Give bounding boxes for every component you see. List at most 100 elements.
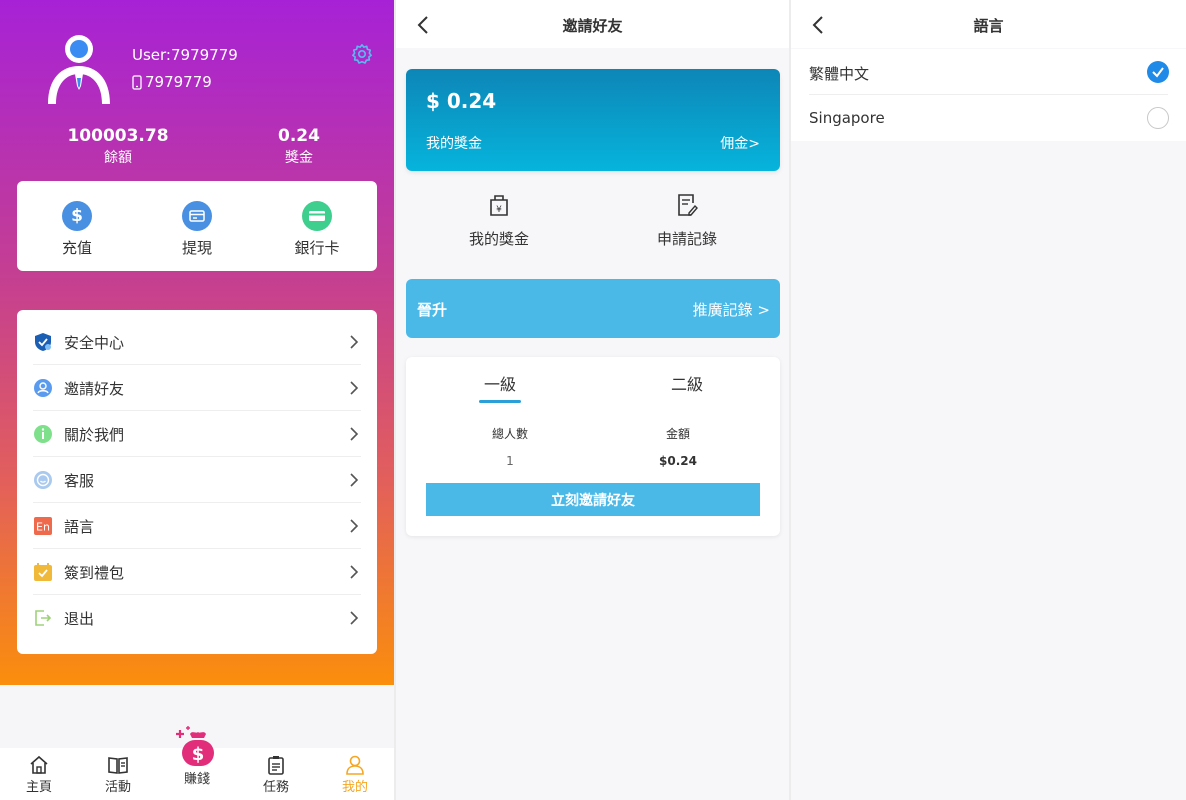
- svg-text:En: En: [36, 521, 50, 534]
- tab-tasks[interactable]: 任務: [246, 754, 306, 795]
- total-people-label: 總人數: [491, 427, 528, 441]
- menu-label: 關於我們: [64, 425, 125, 444]
- language-header: 語言: [791, 0, 1186, 48]
- language-screen: 語言 繁體中文 Singapore: [791, 0, 1186, 800]
- menu-item-language[interactable]: En 語言: [17, 503, 377, 549]
- svg-text:¥: ¥: [496, 205, 502, 215]
- menu-label: 邀請好友: [64, 379, 125, 398]
- tab-mine[interactable]: 我的: [325, 754, 385, 795]
- bonus-card: $ 0.24 我的獎金 佣金>: [406, 69, 780, 171]
- calendar-check-icon: [33, 562, 53, 582]
- menu-label: 客服: [64, 471, 95, 490]
- menu-label: 簽到禮包: [64, 563, 125, 582]
- withdraw-label: 提現: [181, 239, 212, 257]
- user-icon: [325, 754, 385, 776]
- promotion-label: 晉升: [417, 301, 448, 319]
- username: User:7979779: [132, 46, 238, 64]
- chevron-right-icon: [350, 335, 359, 349]
- tab-label: 一級: [483, 375, 516, 394]
- invite-actions: ¥ 我的獎金 申請記錄: [396, 180, 789, 260]
- chevron-right-icon: [350, 427, 359, 441]
- balance-stat: 100003.78 餘額: [58, 126, 178, 167]
- shield-icon: [33, 332, 53, 352]
- bottom-tab-bar: 主頁 活動 $ 賺錢 任務 我的: [0, 726, 394, 800]
- my-bonus-label: 我的獎金: [468, 230, 529, 248]
- menu-item-security-center[interactable]: 安全中心: [17, 319, 377, 365]
- menu-item-checkin-gift[interactable]: 簽到禮包: [17, 549, 377, 595]
- application-record-label: 申請記錄: [656, 230, 717, 248]
- promotion-record-link[interactable]: 推廣記錄 >: [693, 299, 770, 320]
- tab-label: 任務: [262, 780, 289, 795]
- activity-book-icon: [88, 754, 148, 776]
- language-option-traditional-chinese[interactable]: 繁體中文: [791, 49, 1186, 95]
- bonus-stat: 0.24 獎金: [239, 126, 359, 167]
- tab-activity[interactable]: 活動: [88, 754, 148, 795]
- chevron-right-icon: [350, 381, 359, 395]
- chevron-right-icon: [350, 473, 359, 487]
- avatar-icon[interactable]: [44, 34, 114, 106]
- tab-earn[interactable]: $ 賺錢: [167, 726, 227, 787]
- bonus-value: 0.24: [278, 126, 320, 146]
- menu-item-logout[interactable]: 退出: [17, 595, 377, 641]
- money-bag-icon: $: [167, 726, 227, 768]
- home-icon: [9, 754, 69, 776]
- language-label: 繁體中文: [809, 65, 870, 83]
- tab-label: 賺錢: [183, 772, 210, 787]
- promotion-bar[interactable]: 晉升 推廣記錄 >: [406, 279, 780, 338]
- menu-item-customer-service[interactable]: 客服: [17, 457, 377, 503]
- bonus-bag-icon: ¥: [439, 192, 559, 218]
- bonus-card-label: 我的獎金: [426, 136, 482, 152]
- commission-link[interactable]: 佣金>: [720, 133, 760, 153]
- language-option-singapore[interactable]: Singapore: [791, 95, 1186, 141]
- amount-label: 金額: [665, 427, 690, 441]
- invite-user-icon: [33, 378, 53, 398]
- quick-actions-card: $ 充值 提現 銀行卡: [17, 181, 377, 271]
- recharge-label: 充值: [61, 239, 92, 257]
- menu-label: 語言: [64, 517, 95, 536]
- menu-item-about-us[interactable]: 關於我們: [17, 411, 377, 457]
- invite-now-button[interactable]: 立刻邀請好友: [426, 483, 760, 516]
- language-label: Singapore: [809, 109, 885, 127]
- record-edit-icon: [627, 192, 747, 218]
- menu-item-invite-friends[interactable]: 邀請好友: [17, 365, 377, 411]
- total-people-value: 1: [506, 454, 514, 468]
- invite-screen: 邀請好友 $ 0.24 我的獎金 佣金> ¥ 我的獎金 申請記錄 晉升 推廣記錄…: [396, 0, 789, 800]
- profile-screen: User:7979779 7979779 100003.78 餘額 0.24 獎…: [0, 0, 394, 800]
- tab-label: 活動: [104, 780, 131, 795]
- chevron-right-icon: [350, 565, 359, 579]
- language-list: 繁體中文 Singapore: [791, 49, 1186, 141]
- phone-icon: [132, 74, 142, 90]
- radio-unchecked-icon[interactable]: [1147, 107, 1169, 129]
- recharge-button[interactable]: $ 充值: [32, 201, 122, 258]
- menu-card: 安全中心 邀請好友 關於我們 客服 En 語言 簽到禮包 退出: [17, 310, 377, 654]
- dollar-icon: $: [62, 201, 92, 231]
- withdraw-button[interactable]: 提現: [152, 201, 242, 258]
- my-bonus-button[interactable]: ¥ 我的獎金: [439, 192, 559, 249]
- tab-label: 二級: [670, 375, 703, 394]
- language-en-icon: En: [33, 516, 53, 536]
- tab-home[interactable]: 主頁: [9, 754, 69, 795]
- bonus-amount: $ 0.24: [426, 89, 497, 113]
- amount-column: 金額 $0.24: [628, 425, 728, 468]
- chevron-right-icon: [350, 519, 359, 533]
- balance-value: 100003.78: [67, 126, 169, 146]
- tab-label: 主頁: [25, 780, 52, 795]
- application-record-button[interactable]: 申請記錄: [627, 192, 747, 249]
- balance-label: 餘額: [104, 150, 132, 166]
- info-icon: [33, 424, 53, 444]
- bonus-label: 獎金: [285, 150, 313, 166]
- level-card: 一級 二級 總人數 1 金額 $0.24 立刻邀請好友: [406, 357, 780, 536]
- menu-label: 安全中心: [64, 333, 125, 352]
- tab-level-2[interactable]: 二級: [647, 371, 727, 395]
- amount-value: $0.24: [659, 454, 697, 468]
- chevron-right-icon: [350, 611, 359, 625]
- tab-level-1[interactable]: 一級: [460, 371, 540, 403]
- menu-label: 退出: [64, 609, 95, 628]
- tab-label: 我的: [341, 780, 368, 795]
- task-clipboard-icon: [246, 754, 306, 776]
- phone-number: 7979779: [145, 73, 212, 91]
- page-title: 邀請好友: [562, 17, 623, 35]
- bank-card-button[interactable]: 銀行卡: [272, 201, 362, 258]
- gear-icon[interactable]: [351, 43, 373, 65]
- radio-checked-icon[interactable]: [1147, 61, 1169, 83]
